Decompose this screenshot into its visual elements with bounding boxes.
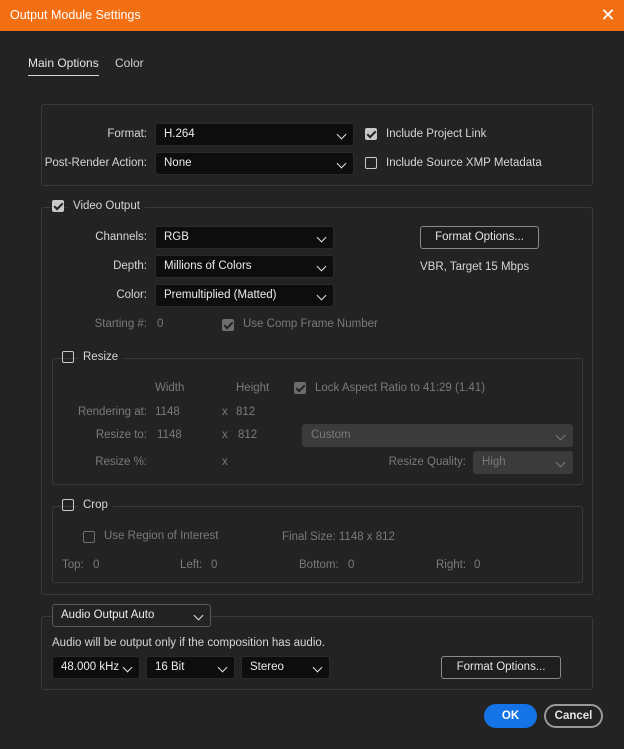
- chevron-down-icon: [312, 662, 323, 673]
- audio-rate-select[interactable]: 48.000 kHz: [52, 656, 140, 679]
- crop-left-label: Left:: [180, 559, 203, 571]
- rendering-height: 812: [236, 406, 256, 418]
- channels-select[interactable]: RGB: [155, 226, 334, 249]
- crop-left-value[interactable]: 0: [211, 559, 217, 571]
- format-select[interactable]: H.264: [155, 123, 354, 146]
- color-select[interactable]: Premultiplied (Matted): [155, 284, 334, 307]
- chevron-down-icon: [555, 457, 566, 468]
- window-title: Output Module Settings: [10, 8, 141, 22]
- resize-quality-label: Resize Quality:: [388, 456, 466, 468]
- resize-to-x: x: [222, 429, 228, 441]
- chevron-down-icon: [316, 290, 327, 301]
- rendering-x: x: [222, 406, 228, 418]
- crop-top-value[interactable]: 0: [93, 559, 99, 571]
- include-project-link-label: Include Project Link: [386, 128, 487, 140]
- crop-top-label: Top:: [62, 559, 84, 571]
- chevron-down-icon: [555, 430, 566, 441]
- lock-aspect-checkbox[interactable]: [294, 382, 306, 394]
- depth-value: Millions of Colors: [164, 260, 252, 272]
- audio-channels-value: Stereo: [250, 661, 284, 673]
- resize-preset-value: Custom: [311, 429, 351, 441]
- audio-bits-select[interactable]: 16 Bit: [146, 656, 235, 679]
- video-output-checkbox[interactable]: [52, 200, 64, 212]
- video-output-label: Video Output: [68, 194, 145, 218]
- chevron-down-icon: [336, 129, 347, 140]
- starting-number-label: Starting #:: [94, 318, 147, 330]
- audio-bits-value: 16 Bit: [155, 661, 185, 673]
- resize-quality-value: High: [482, 456, 506, 468]
- format-summary: VBR, Target 15 Mbps: [420, 261, 530, 273]
- region-of-interest-checkbox[interactable]: [83, 531, 95, 543]
- resize-label: Resize: [78, 345, 124, 369]
- height-header: Height: [236, 382, 270, 394]
- post-render-select[interactable]: None: [155, 152, 354, 175]
- chevron-down-icon: [316, 261, 327, 272]
- depth-label: Depth:: [113, 260, 147, 272]
- title-bar: Output Module Settings ✕: [0, 0, 624, 31]
- audio-format-options-button[interactable]: Format Options...: [441, 656, 561, 679]
- crop-right-label: Right:: [436, 559, 467, 571]
- resize-to-height[interactable]: 812: [238, 429, 257, 441]
- channels-value: RGB: [164, 231, 189, 243]
- color-value: Premultiplied (Matted): [164, 289, 277, 301]
- resize-percent-label: Resize %:: [95, 456, 147, 468]
- resize-preset-select[interactable]: Custom: [302, 424, 573, 447]
- audio-note: Audio will be output only if the composi…: [52, 637, 325, 649]
- chevron-down-icon: [122, 662, 133, 673]
- use-comp-frame-checkbox[interactable]: [222, 319, 234, 331]
- chevron-down-icon: [336, 158, 347, 169]
- close-icon[interactable]: ✕: [596, 4, 620, 28]
- channels-label: Channels:: [95, 231, 147, 243]
- cancel-button[interactable]: Cancel: [544, 704, 603, 728]
- tab-main-options[interactable]: Main Options: [28, 56, 99, 76]
- audio-rate-value: 48.000 kHz: [61, 661, 120, 673]
- starting-number-value: 0: [157, 318, 164, 330]
- color-label: Color:: [116, 289, 147, 301]
- tab-color[interactable]: Color: [115, 56, 144, 70]
- rendering-width: 1148: [155, 406, 180, 418]
- crop-checkbox[interactable]: [62, 499, 74, 511]
- chevron-down-icon: [217, 662, 228, 673]
- final-size: Final Size: 1148 x 812: [282, 531, 395, 543]
- resize-to-label: Resize to:: [95, 429, 147, 441]
- include-xmp-checkbox[interactable]: [365, 157, 377, 169]
- audio-output-select[interactable]: Audio Output Auto: [52, 604, 211, 627]
- resize-checkbox[interactable]: [62, 351, 74, 363]
- resize-quality-select[interactable]: High: [473, 451, 573, 474]
- video-format-options-button[interactable]: Format Options...: [420, 226, 539, 249]
- region-of-interest-label: Use Region of Interest: [104, 530, 219, 542]
- resize-percent-x: x: [222, 456, 228, 468]
- include-project-link-checkbox[interactable]: [365, 128, 377, 140]
- audio-output-value: Audio Output Auto: [61, 609, 155, 621]
- ok-button[interactable]: OK: [484, 704, 537, 728]
- crop-label: Crop: [78, 493, 113, 517]
- crop-right-value[interactable]: 0: [474, 559, 480, 571]
- lock-aspect-label: Lock Aspect Ratio to 41:29 (1.41): [315, 382, 486, 394]
- resize-to-width[interactable]: 1148: [157, 429, 182, 441]
- format-label: Format:: [107, 128, 147, 140]
- rendering-at-label: Rendering at:: [77, 406, 147, 418]
- depth-select[interactable]: Millions of Colors: [155, 255, 334, 278]
- format-value: H.264: [164, 128, 195, 140]
- chevron-down-icon: [316, 232, 327, 243]
- chevron-down-icon: [193, 610, 204, 621]
- crop-bottom-label: Bottom:: [299, 559, 339, 571]
- post-render-label: Post-Render Action:: [44, 157, 147, 169]
- audio-channels-select[interactable]: Stereo: [241, 656, 330, 679]
- width-header: Width: [155, 382, 185, 394]
- post-render-value: None: [164, 157, 192, 169]
- crop-group: [52, 506, 583, 583]
- crop-bottom-value[interactable]: 0: [348, 559, 354, 571]
- include-xmp-label: Include Source XMP Metadata: [386, 157, 542, 169]
- use-comp-frame-label: Use Comp Frame Number: [243, 318, 378, 330]
